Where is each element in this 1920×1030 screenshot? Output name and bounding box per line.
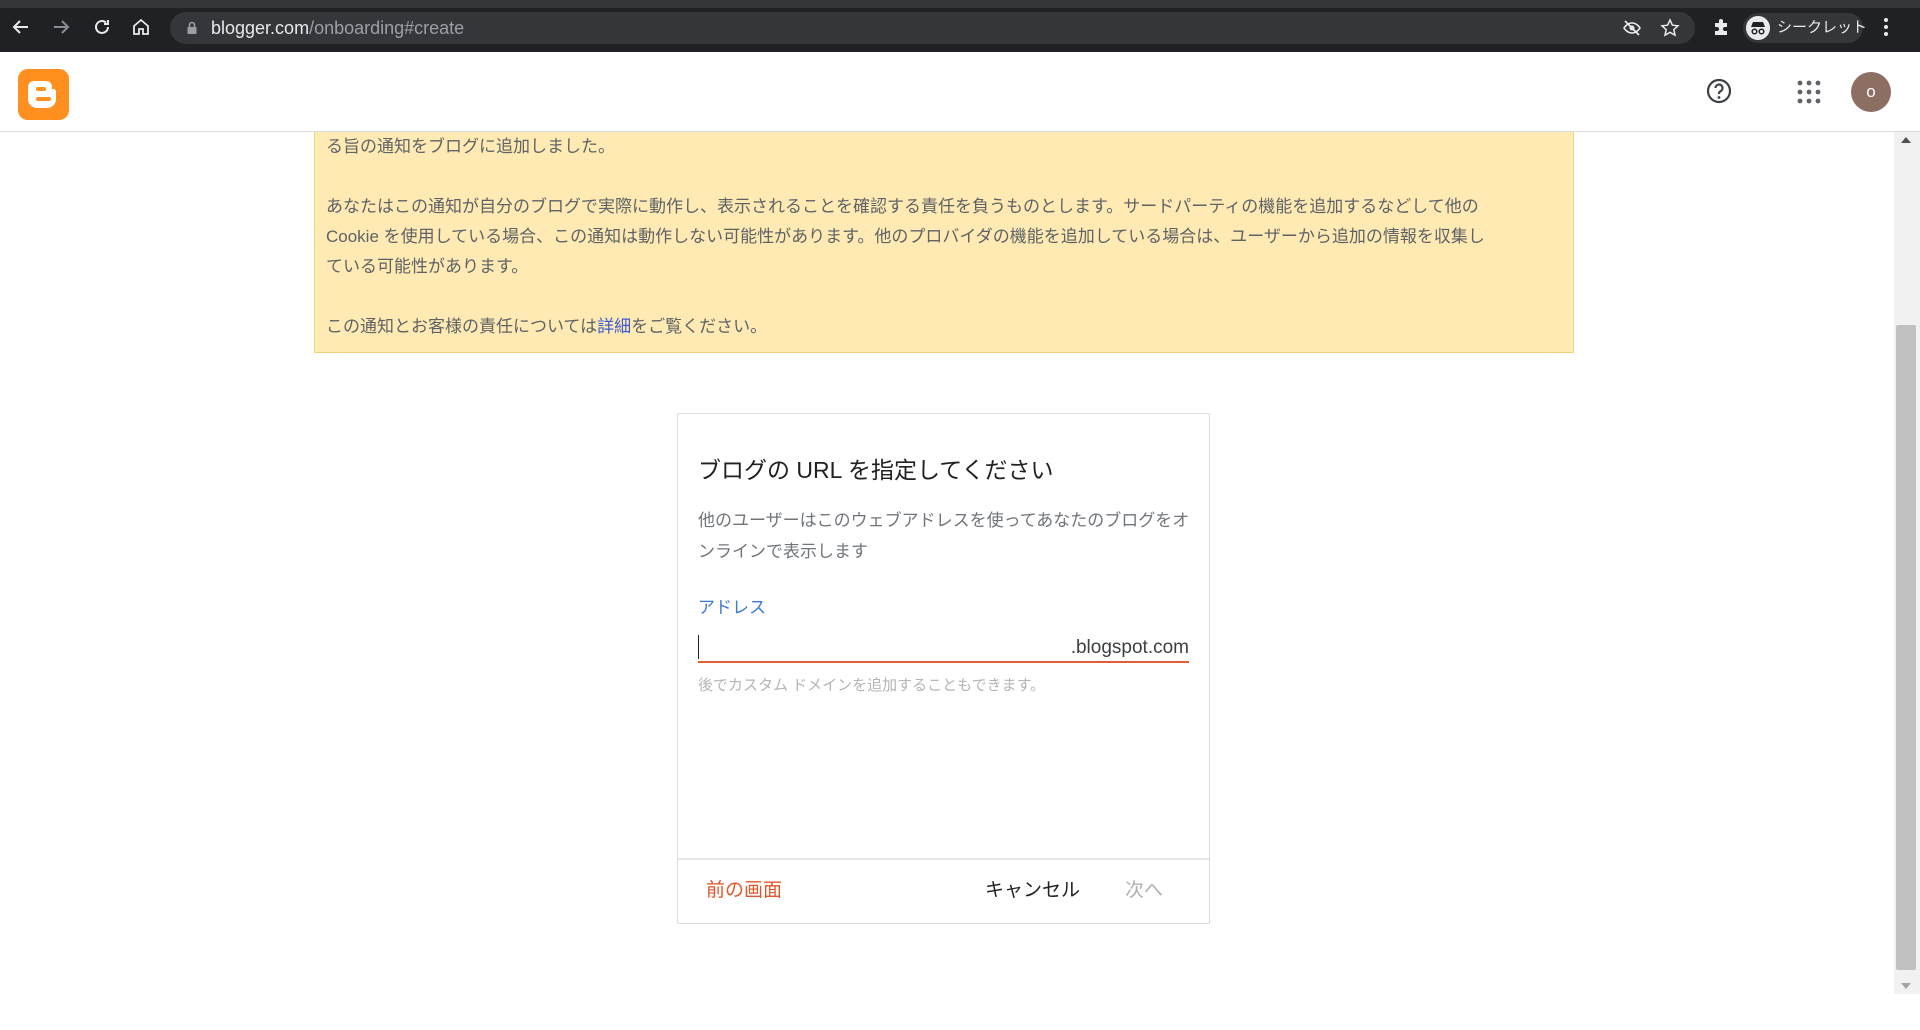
address-input[interactable]: [698, 633, 1058, 661]
lock-icon: [187, 21, 197, 34]
dialog-description: 他のユーザーはこのウェブアドレスを使ってあなたのブログをオンラインで表示します: [698, 511, 1190, 561]
cancel-button[interactable]: キャンセル: [985, 878, 1080, 904]
home-icon: [133, 18, 149, 35]
browser-toolbar: blogger.com/onboarding#create シークレット: [0, 0, 1920, 52]
reload-icon: [95, 19, 109, 34]
notice-line: る旨の通知をブログに追加しました。: [326, 137, 615, 156]
notice-line: ている可能性があります。: [326, 257, 529, 276]
arrow-left-icon: [12, 20, 28, 34]
help-icon[interactable]: [1704, 76, 1734, 106]
back-button[interactable]: 前の画面: [706, 878, 782, 904]
details-link[interactable]: 詳細: [597, 317, 631, 336]
url-host: blogger.com: [211, 18, 310, 38]
address-bar[interactable]: blogger.com/onboarding#create: [170, 12, 1695, 44]
address-label: アドレス: [698, 598, 766, 617]
incognito-indicator[interactable]: シークレット: [1743, 13, 1867, 43]
account-avatar[interactable]: o: [1851, 72, 1891, 112]
eye-off-icon[interactable]: [1622, 18, 1642, 38]
arrow-right-icon: [54, 20, 70, 34]
app-header: o: [0, 52, 1920, 132]
incognito-icon: [1746, 16, 1770, 40]
blogger-logo[interactable]: [18, 69, 69, 120]
home-button[interactable]: [127, 13, 155, 41]
address-field[interactable]: .blogspot.com: [698, 633, 1189, 663]
url-path: /onboarding#create: [309, 18, 465, 38]
tab-strip: [0, 0, 1920, 8]
notice-line: この通知とお客様の責任については詳細をご覧ください。: [326, 312, 767, 342]
address-suffix: .blogspot.com: [1070, 637, 1189, 658]
apps-grid-icon[interactable]: [1796, 79, 1822, 105]
notice-line: あなたはこの通知が自分のブログで実際に動作し、表示されることを確認する責任を負う…: [326, 197, 1479, 216]
incognito-label: シークレット: [1777, 19, 1868, 36]
url-text: blogger.com/onboarding#create: [211, 18, 464, 38]
forward-button[interactable]: [47, 13, 75, 41]
browser-menu-icon[interactable]: [1876, 16, 1896, 38]
scroll-thumb[interactable]: [1896, 325, 1916, 970]
scroll-down-arrow[interactable]: [1901, 983, 1911, 989]
cookie-notice: る旨の通知をブログに追加しました。 あなたはこの通知が自分のブログで実際に動作し…: [314, 132, 1574, 353]
extensions-icon[interactable]: [1711, 16, 1733, 38]
address-hint: 後でカスタム ドメインを追加することもできます。: [698, 677, 1046, 694]
back-button[interactable]: [7, 13, 35, 41]
reload-button[interactable]: [88, 13, 116, 41]
dialog-title: ブログの URL を指定してください: [698, 457, 1054, 483]
notice-text: をご覧ください。: [631, 317, 768, 336]
star-icon[interactable]: [1660, 18, 1680, 38]
scroll-up-arrow[interactable]: [1901, 137, 1911, 143]
notice-text: この通知とお客様の責任については: [326, 317, 598, 336]
next-button[interactable]: 次へ: [1125, 878, 1163, 904]
page-scrollbar[interactable]: [1894, 132, 1920, 994]
notice-line: Cookie を使用している場合、この通知は動作しない可能性があります。他のプロ…: [326, 227, 1485, 246]
dialog-divider: [678, 858, 1209, 860]
blog-url-dialog: ブログの URL を指定してください 他のユーザーはこのウェブアドレスを使ってあ…: [677, 413, 1210, 924]
text-caret: [698, 635, 699, 659]
